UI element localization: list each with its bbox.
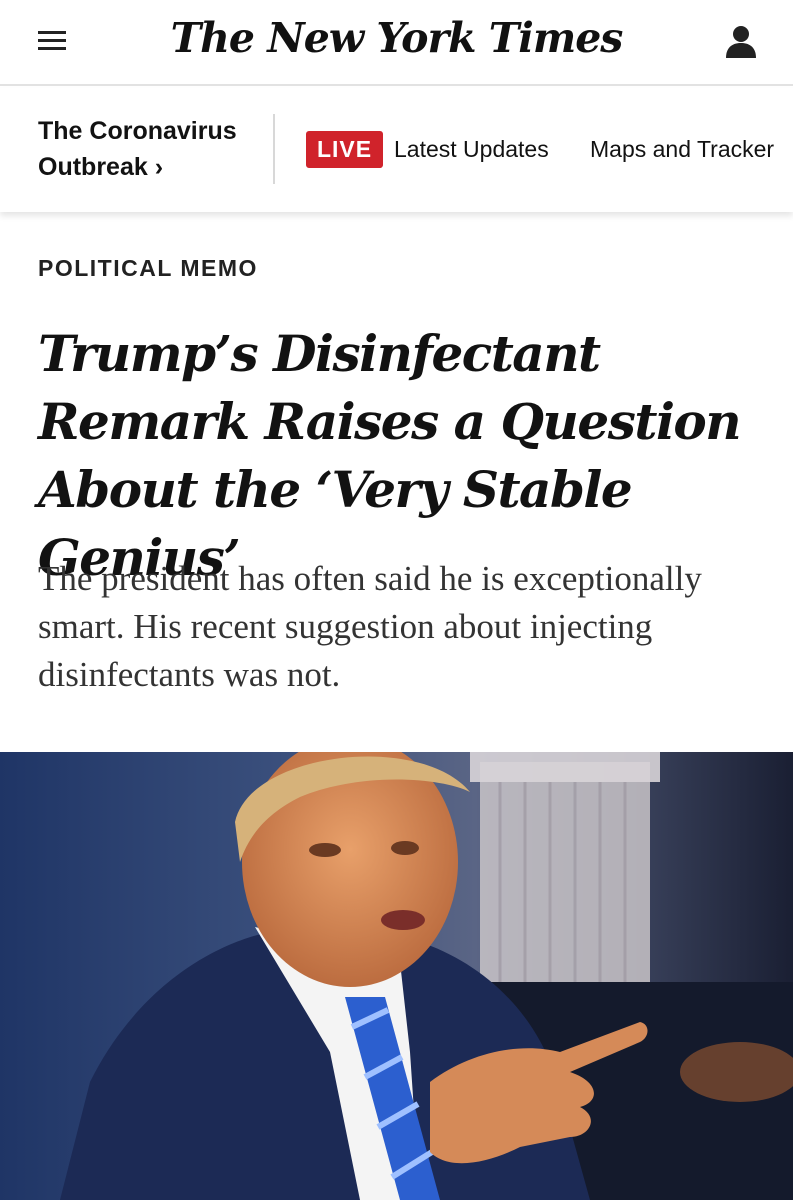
article-summary: The president has often said he is excep…: [38, 559, 702, 694]
user-account-icon[interactable]: [724, 24, 758, 60]
live-badge: LIVE: [306, 131, 383, 168]
article-kicker[interactable]: POLITICAL MEMO: [38, 255, 258, 282]
masthead: The New York Times: [0, 0, 793, 86]
lead-photo: [0, 752, 793, 1200]
latest-updates-link[interactable]: Latest Updates: [394, 133, 549, 165]
nyt-logo[interactable]: The New York Times: [0, 14, 793, 62]
coronavirus-outbreak-link[interactable]: The Coronavirus Outbreak ›: [38, 113, 258, 185]
section-title-line2: Outbreak: [38, 153, 148, 181]
article-headline: Trump’s Disinfectant Remark Raises a Que…: [38, 324, 742, 587]
chevron-right-icon: ›: [154, 153, 164, 181]
section-title-line1: The Coronavirus: [38, 117, 237, 145]
maps-and-tracker-link[interactable]: Maps and Tracker: [590, 133, 774, 165]
nav-divider: [273, 114, 275, 184]
